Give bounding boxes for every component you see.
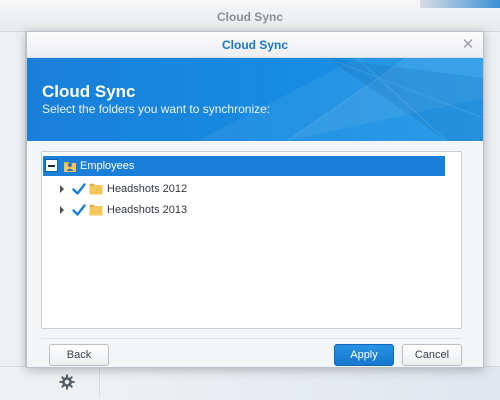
- tree-root-row[interactable]: Employees: [43, 156, 445, 176]
- dialog-banner: Cloud Sync Select the folders you want t…: [27, 58, 483, 141]
- folder-tree: Employees Headshots 2012 Headshots 2013: [41, 151, 462, 329]
- settings-tab[interactable]: [12, 367, 100, 397]
- close-icon[interactable]: ✕: [459, 36, 477, 54]
- tree-item-label: Headshots 2012: [107, 183, 188, 195]
- cloud-sync-dialog: Cloud Sync ✕ Cloud Sync Select the folde…: [26, 31, 484, 368]
- folder-icon: [89, 183, 103, 195]
- tree-row-headshots-2012[interactable]: Headshots 2012: [42, 179, 461, 199]
- back-button[interactable]: Back: [49, 344, 109, 366]
- banner-title: Cloud Sync: [42, 82, 136, 101]
- footer-divider: [41, 338, 462, 339]
- folder-icon: [89, 204, 103, 216]
- dialog-title: Cloud Sync: [221, 38, 288, 52]
- background-bottom-bar: [0, 366, 500, 400]
- tree-item-label: Headshots 2013: [107, 204, 188, 216]
- expand-icon[interactable]: [60, 185, 64, 193]
- cancel-button[interactable]: Cancel: [402, 344, 462, 366]
- shared-folder-icon: [64, 162, 76, 172]
- checkbox-headshots-2012[interactable]: [72, 182, 86, 196]
- expand-icon[interactable]: [60, 206, 64, 214]
- gear-icon[interactable]: [59, 374, 75, 390]
- tree-root-label: Employees: [80, 160, 135, 172]
- dialog-titlebar[interactable]: Cloud Sync ✕: [27, 32, 483, 58]
- checkbox-headshots-2013[interactable]: [72, 203, 86, 217]
- apply-button[interactable]: Apply: [334, 344, 394, 366]
- background-top-strip: [420, 0, 500, 8]
- background-left-panel: [0, 32, 26, 366]
- tree-row-headshots-2013[interactable]: Headshots 2013: [42, 200, 461, 220]
- collapse-icon[interactable]: [45, 159, 58, 172]
- background-bottom-area: [100, 367, 500, 400]
- banner-subtitle: Select the folders you want to synchroni…: [42, 102, 271, 116]
